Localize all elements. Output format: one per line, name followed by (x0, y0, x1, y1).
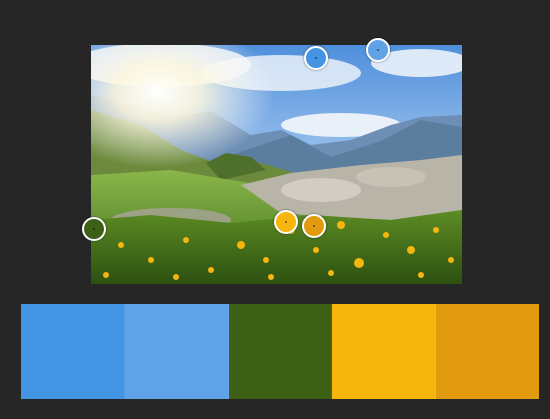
swatch-dark-green[interactable] (228, 304, 333, 399)
picker-dark-green[interactable] (82, 217, 106, 241)
source-photo (91, 45, 462, 284)
color-palette-extractor (0, 0, 550, 419)
swatch-orange[interactable] (436, 304, 539, 399)
swatch-yellow[interactable] (332, 304, 437, 399)
picker-light-blue[interactable] (366, 38, 390, 62)
picker-center-dot (315, 57, 317, 59)
picker-center-dot (93, 228, 95, 230)
color-palette (21, 304, 539, 399)
landscape-photo (91, 45, 462, 284)
swatch-blue[interactable] (21, 304, 125, 399)
picker-yellow[interactable] (274, 210, 298, 234)
picker-center-dot (313, 225, 315, 227)
swatch-light-blue[interactable] (124, 304, 229, 399)
picker-orange[interactable] (302, 214, 326, 238)
picker-center-dot (377, 49, 379, 51)
picker-blue[interactable] (304, 46, 328, 70)
picker-center-dot (285, 221, 287, 223)
